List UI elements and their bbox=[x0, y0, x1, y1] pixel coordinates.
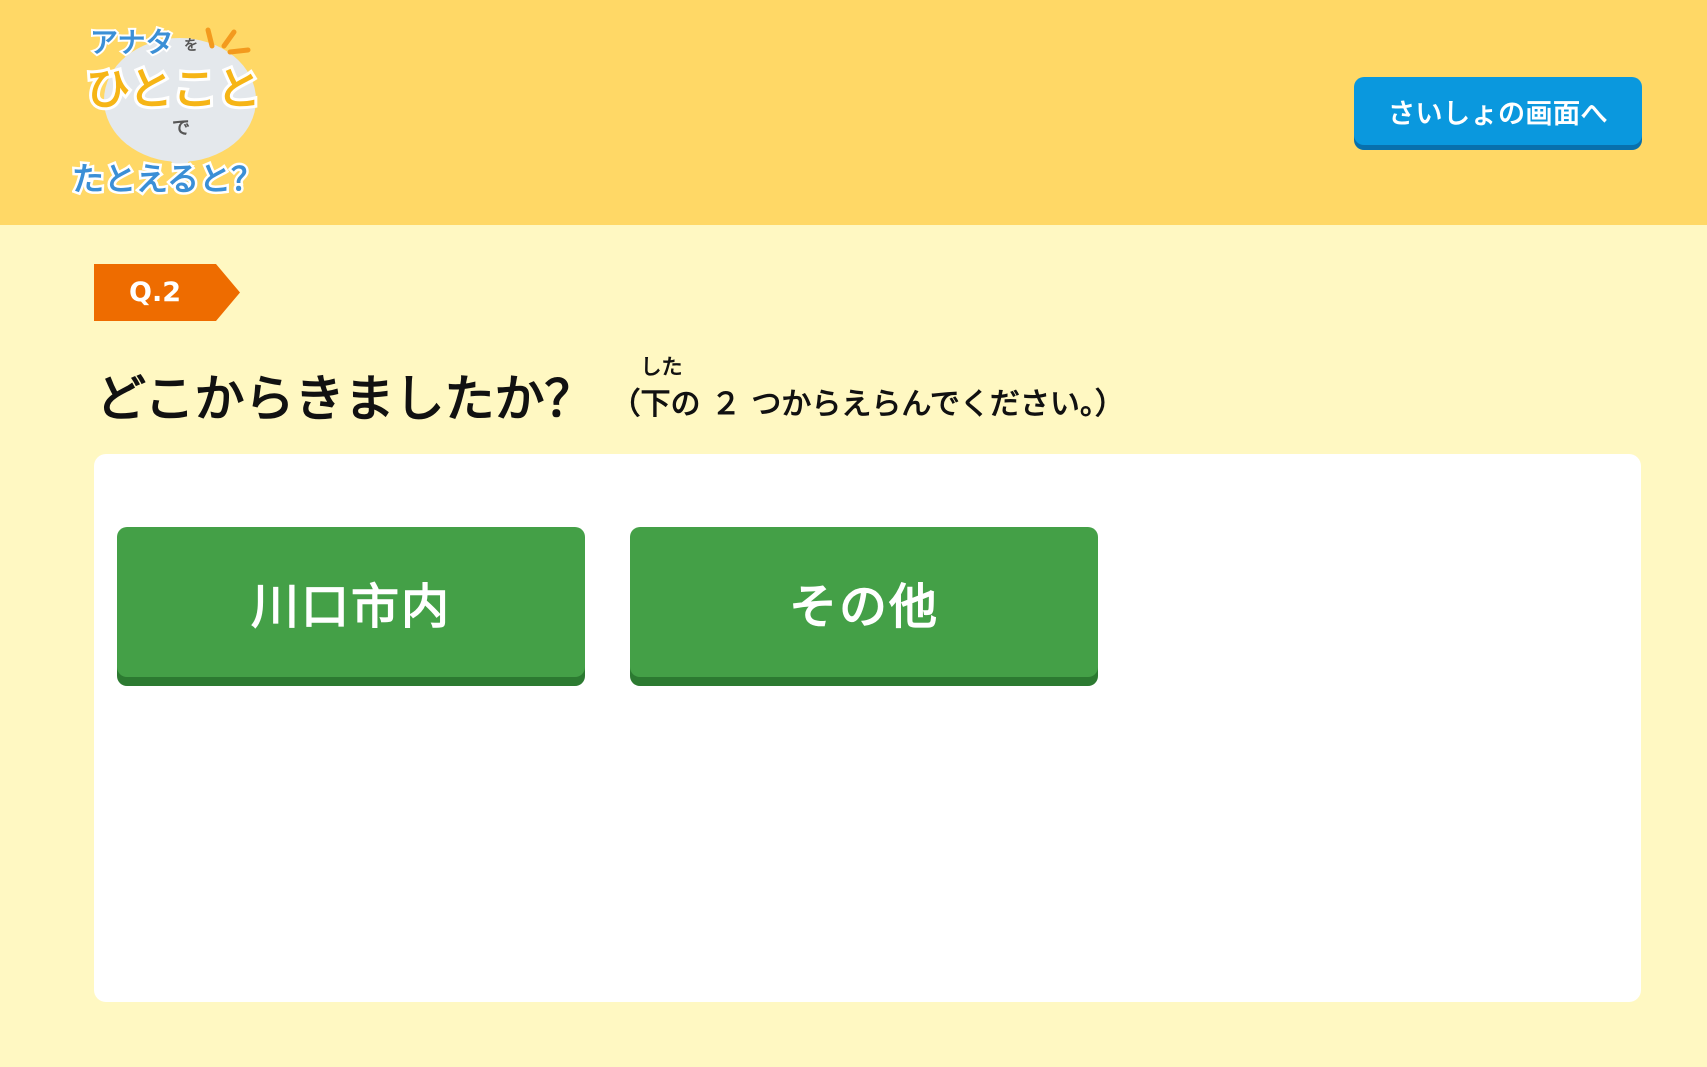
choice-button-other[interactable]: その他 bbox=[630, 527, 1098, 677]
kanji-shita: 下 bbox=[640, 387, 671, 422]
app-logo[interactable]: アナタ を ひとこと で たとえると？ bbox=[70, 18, 292, 208]
logo-line-1: アナタ bbox=[90, 26, 173, 59]
question-number-badge: Q.2 bbox=[94, 264, 240, 321]
logo-line-3: たとえると？ bbox=[72, 160, 263, 198]
instruction-open-paren: （ bbox=[610, 387, 641, 422]
furigana-reading: した bbox=[640, 355, 683, 379]
logo-line-2: ひとこと bbox=[86, 64, 261, 115]
furigana-kanji: した下 bbox=[640, 356, 683, 430]
choices-panel: 川口市内 その他 bbox=[94, 454, 1641, 1002]
question-text: どこからきましたか？ bbox=[96, 370, 595, 428]
logo-particle-de: で bbox=[172, 118, 190, 139]
choice-button-kawaguchi[interactable]: 川口市内 bbox=[117, 527, 585, 677]
header-bar: アナタ を ひとこと で たとえると？ さいしょの画面へ bbox=[0, 0, 1707, 225]
back-to-start-button[interactable]: さいしょの画面へ bbox=[1354, 77, 1642, 145]
logo-particle-wo: を bbox=[184, 38, 198, 54]
question-instruction: （した 下の ２ つからえらんでください。） bbox=[610, 356, 1125, 430]
instruction-rest: の ２ つからえらんでください。） bbox=[670, 387, 1125, 422]
logo-graphic: アナタ を ひとこと で たとえると？ bbox=[70, 24, 266, 201]
question-number: Q.2 bbox=[129, 277, 181, 308]
question-heading: どこからきましたか？ （した 下の ２ つからえらんでください。） bbox=[96, 356, 1125, 430]
